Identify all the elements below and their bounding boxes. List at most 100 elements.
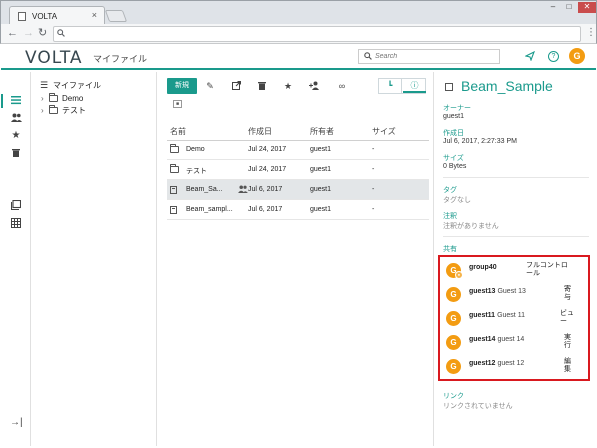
window-close-button[interactable]: ✕ (578, 2, 596, 13)
share-user: guest14 (469, 336, 496, 343)
address-bar[interactable] (53, 26, 581, 42)
table-row[interactable]: Demo Jul 24, 2017 guest1 - (167, 140, 429, 160)
table-row[interactable]: Beam_sampl... Jul 6, 2017 guest1 - (167, 200, 429, 220)
page-title: マイファイル (93, 54, 148, 64)
owner-label: オーナー (443, 105, 471, 112)
browser-tab[interactable]: VOLTA × (9, 6, 105, 25)
table-row[interactable]: Beam_Sa... Jul 6, 2017 guest1 - (167, 180, 429, 200)
browser-titlebar: VOLTA × – □ ✕ (0, 0, 597, 25)
rail-active-indicator (1, 94, 3, 108)
gallery-icon[interactable] (10, 199, 22, 212)
role-line: 編 (564, 358, 571, 365)
column-header-owner[interactable]: 所有者 (310, 126, 334, 137)
share-label: 共有 (443, 246, 457, 253)
browser-menu-icon[interactable]: ⋮ (586, 28, 596, 38)
star-icon[interactable]: ★ (10, 130, 22, 142)
star-icon[interactable]: ★ (282, 81, 294, 91)
send-icon[interactable] (524, 50, 536, 64)
avatar: G (446, 287, 461, 302)
user-avatar[interactable]: G (569, 48, 585, 64)
back-arrow-icon[interactable]: ← (7, 27, 18, 39)
dataset-icon (170, 206, 177, 214)
share-name: group40 (469, 264, 497, 271)
share-role[interactable]: 寄与 (564, 286, 571, 302)
column-header-size[interactable]: サイズ (372, 126, 396, 137)
help-icon[interactable]: ? (548, 51, 559, 62)
share-user: guest13 (469, 288, 496, 295)
maximize-button[interactable]: □ (562, 2, 576, 13)
avatar: G (446, 359, 461, 374)
add-user-icon[interactable] (308, 81, 320, 92)
tree-item-test[interactable]: › テスト (41, 105, 86, 116)
grid-icon[interactable] (10, 218, 22, 230)
open-external-icon[interactable] (230, 81, 242, 92)
size-value: 0 Bytes (443, 163, 467, 170)
tree-item-demo[interactable]: › Demo (41, 93, 83, 103)
share-entry-guest12[interactable]: G guest12 guest 12 編集 (440, 355, 588, 379)
row-owner: guest1 (310, 146, 332, 153)
folder-tree: ☰ マイファイル › Demo › テスト (31, 72, 157, 446)
share-user: guest12 (469, 360, 496, 367)
row-name: Beam_Sa... (186, 186, 223, 193)
share-role[interactable]: 実行 (564, 334, 571, 350)
tree-root[interactable]: ☰ マイファイル (40, 80, 101, 91)
column-header-date[interactable]: 作成日 (248, 126, 272, 137)
share-role[interactable]: 編集 (564, 358, 571, 374)
share-name: guest13 Guest 13 (469, 288, 526, 295)
minimize-button[interactable]: – (546, 2, 560, 13)
reload-icon[interactable]: ↻ (38, 27, 47, 39)
table-row[interactable]: テスト Jul 24, 2017 guest1 - (167, 160, 429, 180)
share-name: guest12 guest 12 (469, 360, 524, 367)
row-date: Jul 24, 2017 (248, 146, 287, 153)
forward-arrow-icon[interactable]: → (23, 27, 34, 39)
share-entry-guest14[interactable]: G guest14 guest 14 実行 (440, 331, 588, 355)
share-display-name: guest 14 (497, 336, 525, 343)
role-line: フルコントロ (526, 262, 568, 269)
avatar: G (446, 335, 461, 350)
address-input[interactable] (68, 28, 568, 40)
share-name: guest14 guest 14 (469, 336, 524, 343)
info-icon[interactable]: ⓘ (403, 79, 426, 93)
new-button[interactable]: 新規 (167, 78, 197, 94)
shared-users-icon[interactable] (10, 113, 22, 125)
trash-icon[interactable] (10, 148, 22, 160)
share-role[interactable]: ビュー (560, 310, 574, 326)
row-date: Jul 24, 2017 (248, 166, 287, 173)
app-logo[interactable]: VOLTA (25, 48, 83, 68)
delete-icon[interactable] (256, 81, 268, 92)
link-icon[interactable]: ∞ (336, 81, 348, 91)
share-entry-guest13[interactable]: G guest13 Guest 13 寄与 (440, 283, 588, 307)
column-header-name[interactable]: 名前 (170, 126, 186, 137)
row-date: Jul 6, 2017 (248, 186, 283, 193)
row-size: - (372, 186, 375, 193)
new-tab-button[interactable] (104, 10, 128, 22)
notes-value[interactable]: 注釈がありません (443, 221, 499, 231)
search-box[interactable] (358, 49, 500, 64)
dataset-icon (170, 186, 177, 194)
divider (443, 236, 589, 237)
edit-icon[interactable]: ✎ (204, 81, 216, 91)
chevron-right-icon[interactable]: › (41, 94, 49, 103)
share-display-name: guest 12 (497, 360, 525, 367)
tab-title: VOLTA (32, 12, 58, 21)
tab-close-icon[interactable]: × (92, 10, 97, 20)
share-role[interactable]: フルコントロ ール (526, 262, 568, 278)
link-label: リンク (443, 393, 464, 400)
search-icon (57, 29, 65, 39)
search-input[interactable] (375, 51, 495, 62)
group-badge-icon: ● (455, 271, 463, 279)
list-icon[interactable] (10, 95, 22, 107)
collapse-icon[interactable]: →| (10, 417, 23, 429)
row-date: Jul 6, 2017 (248, 206, 283, 213)
details-title: Beam_Sample (461, 78, 553, 94)
select-all-checkbox[interactable]: ■ (173, 100, 182, 108)
role-line: 実 (564, 334, 571, 341)
chevron-right-icon[interactable]: › (41, 106, 49, 115)
share-entry-group40[interactable]: G ● group40 フルコントロ ール (440, 259, 588, 283)
tags-value[interactable]: タグなし (443, 195, 471, 205)
link-value[interactable]: リンクされていません (443, 401, 513, 411)
search-icon (364, 52, 372, 62)
tree-view-icon[interactable]: ┗ (379, 79, 402, 93)
share-entry-guest11[interactable]: G guest11 Guest 11 ビュー (440, 307, 588, 331)
tags-label: タグ (443, 187, 457, 194)
